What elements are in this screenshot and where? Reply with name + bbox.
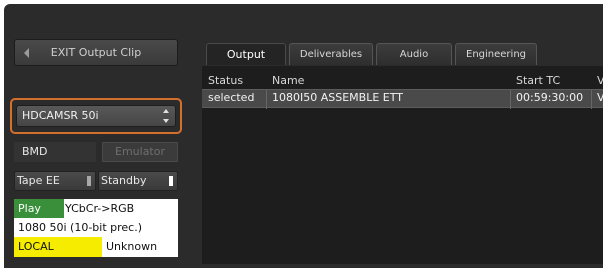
column-header-name[interactable]: Name — [272, 74, 304, 87]
tab-engineering[interactable]: Engineering — [455, 43, 537, 65]
output-clip-table: Status Name Start TC V selected 1080I50 … — [202, 66, 603, 264]
left-arrow-icon — [24, 47, 29, 58]
column-header-overflow[interactable]: V — [597, 74, 603, 87]
tab-output[interactable]: Output — [206, 43, 286, 65]
column-header-start-tc[interactable]: Start TC — [516, 74, 560, 87]
unknown-text: Unknown — [106, 240, 158, 253]
play-lock-badge: Play Lock — [14, 199, 64, 234]
tape-ee-button[interactable]: Tape EE — [14, 171, 96, 191]
column-header-status[interactable]: Status — [208, 74, 243, 87]
updown-arrows-icon — [163, 109, 169, 123]
tab-audio[interactable]: Audio — [376, 43, 452, 65]
exit-button-label: EXIT Output Clip — [50, 46, 142, 59]
tab-deliverables[interactable]: Deliverables — [289, 43, 373, 65]
screenshot-frame: EXIT Output Clip HDCAMSR 50i BMD Emulato… — [0, 0, 603, 268]
row-start-tc: 00:59:30:00 — [516, 91, 584, 104]
table-row[interactable]: selected 1080I50 ASSEMBLE ETT 00:59:30:0… — [202, 89, 603, 109]
video-format-text: 1080 50i (10-bit prec.) — [18, 221, 143, 234]
emulator-button[interactable]: Emulator — [102, 142, 178, 162]
status-row-lock: Play Lock YCbCr->RGB — [14, 199, 178, 234]
app-window: EXIT Output Clip HDCAMSR 50i BMD Emulato… — [4, 4, 603, 268]
source-label: BMD — [14, 142, 96, 162]
format-select-value: HDCAMSR 50i — [22, 109, 99, 122]
standby-button[interactable]: Standby — [98, 171, 178, 191]
standby-label: Standby — [101, 174, 147, 187]
row-status: selected — [208, 91, 255, 104]
status-row-format: 1080 50i (10-bit prec.) — [14, 218, 178, 237]
tape-ee-label: Tape EE — [17, 174, 60, 187]
format-select[interactable]: HDCAMSR 50i — [16, 105, 176, 127]
color-conversion-text: YCbCr->RGB — [65, 202, 135, 215]
local-badge: LOCAL — [14, 237, 102, 257]
status-panel: Play Lock YCbCr->RGB 1080 50i (10-bit pr… — [14, 199, 178, 257]
column-divider — [510, 90, 511, 109]
exit-output-clip-button[interactable]: EXIT Output Clip — [14, 39, 178, 66]
row-name: 1080I50 ASSEMBLE ETT — [272, 91, 403, 104]
column-divider — [591, 90, 592, 109]
tape-ee-indicator — [87, 176, 91, 186]
format-select-highlight: HDCAMSR 50i — [10, 98, 182, 134]
column-divider — [266, 90, 267, 109]
status-row-local: LOCAL Unknown — [14, 237, 178, 257]
row-overflow: V — [597, 91, 603, 104]
standby-indicator — [169, 176, 173, 186]
